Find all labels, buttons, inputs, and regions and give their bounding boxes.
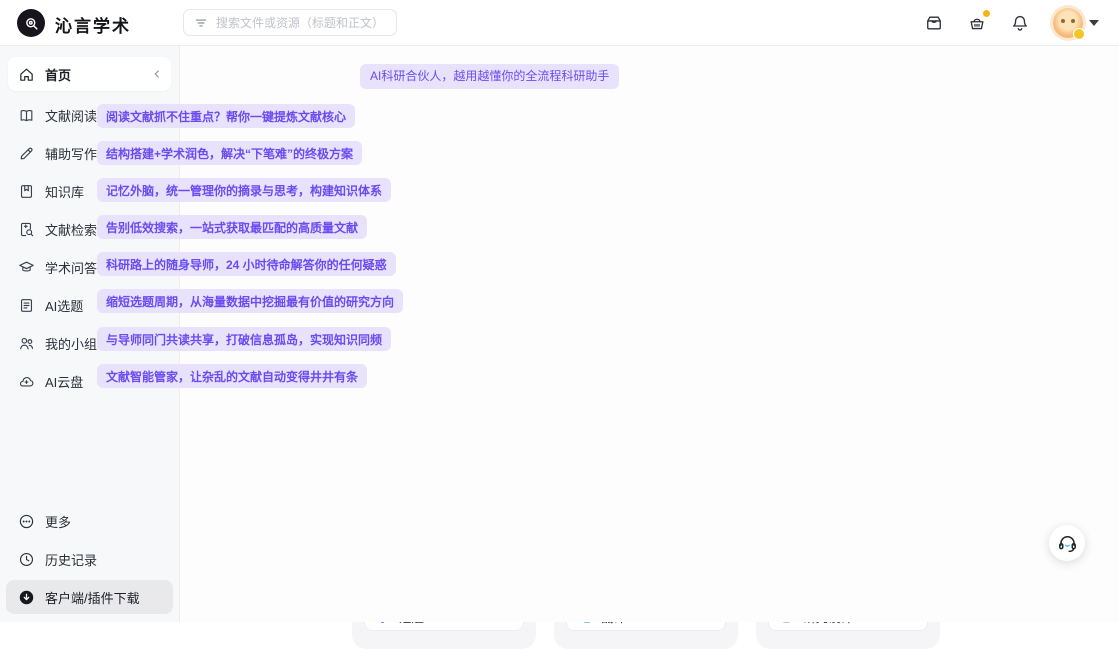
sidebar-item-label: 我的小组 [45,334,97,353]
sidebar-item-label: 客户端/插件下载 [45,588,140,607]
sidebar-item-history[interactable]: 历史记录 [0,540,179,578]
sidebar-item-more[interactable]: 更多 [0,502,179,540]
sidebar-item-label: 文献检索 [45,220,97,239]
sidebar-item-label: 首页 [45,65,71,84]
sidebar-item-client-download[interactable]: 客户端/插件下载 [6,580,173,614]
sidebar-item-label: 历史记录 [45,550,97,569]
user-menu[interactable] [1053,8,1099,38]
notification-dot [983,10,990,17]
more-circle-icon [18,513,35,530]
sidebar-item-label: 知识库 [45,182,84,201]
tooltip-ai-topic: 缩短选题周期，从海量数据中挖掘最有价值的研究方向 [97,289,403,313]
doc-search-icon [18,221,35,238]
home-icon [18,66,35,83]
grad-cap-icon [18,259,35,276]
pen-icon [18,145,35,162]
bookmark-book-icon [18,183,35,200]
sidebar-item-label: 学术问答 [45,258,97,277]
topbar-actions [924,0,1099,46]
avatar-badge [1073,28,1085,40]
sidebar-item-label: 更多 [45,512,71,531]
tooltip-academic-qa: 科研路上的随身导师，24 小时待命解答你的任何疑惑 [97,252,396,276]
sidebar-item-label: 辅助写作 [45,144,97,163]
tooltip-literature-search: 告别低效搜索，一站式获取最匹配的高质量文献 [97,215,367,239]
customer-service-button[interactable] [1049,525,1085,561]
chevron-down-icon [1089,20,1099,26]
book-open-icon [18,107,35,124]
filter-icon [194,16,208,30]
headset-icon [1057,533,1078,554]
sidebar-item-label: AI云盘 [45,372,83,391]
bell-icon[interactable] [1010,13,1030,33]
sidebar-footer: 更多 历史记录 客户端/插件下载 [0,502,179,622]
sidebar-item-home[interactable]: 首页 [8,57,171,91]
tooltip-reading: 阅读文献抓不住重点？帮你一键提炼文献核心 [97,104,355,128]
global-search[interactable] [183,9,397,36]
tooltip-my-groups: 与导师同门共读共享，打破信息孤岛，实现知识同频 [97,327,391,351]
topbar: 沁言学术 [0,0,1119,46]
download-circle-icon [18,589,35,606]
avatar[interactable] [1053,8,1083,38]
tooltip-ai-cloud: 文献智能管家，让杂乱的文献自动变得井井有条 [97,364,367,388]
brand-logo[interactable] [17,9,45,37]
users-icon [18,335,35,352]
brand-name: 沁言学术 [55,12,131,37]
sidebar-item-label: 文献阅读 [45,106,97,125]
promo-banner: AI科研合伙人，越用越懂你的全流程科研助手 [360,64,619,89]
collapse-sidebar-icon[interactable] [151,68,163,80]
search-input[interactable] [216,16,386,30]
doc-lines-icon [18,297,35,314]
history-icon [18,551,35,568]
sidebar-item-label: AI选题 [45,296,83,315]
tooltip-knowledge-base: 记忆外脑，统一管理你的摘录与思考，构建知识体系 [97,178,391,202]
resource-box-icon[interactable] [924,13,944,33]
magnifier-logo-icon [23,15,40,32]
gift-basket-icon[interactable] [967,13,987,33]
tooltip-writing: 结构搭建+学术润色，解决“下笔难”的终极方案 [97,141,362,165]
cloud-icon [18,373,35,390]
